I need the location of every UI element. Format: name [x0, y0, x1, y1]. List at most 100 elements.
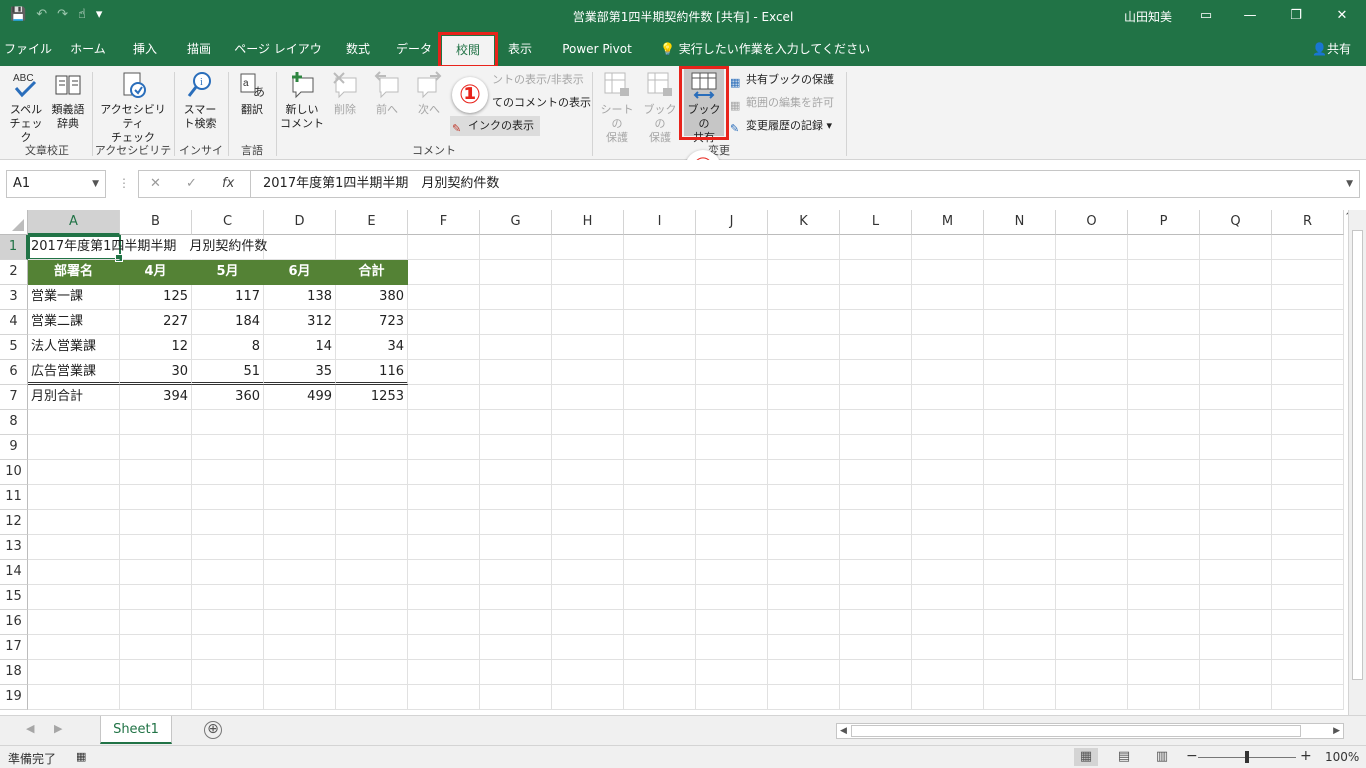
- cell-d14[interactable]: [264, 560, 336, 585]
- cell-l11[interactable]: [840, 485, 912, 510]
- cell-f17[interactable]: [408, 635, 480, 660]
- cell-b17[interactable]: [120, 635, 192, 660]
- cell-e17[interactable]: [336, 635, 408, 660]
- cell-p2[interactable]: [1128, 260, 1200, 285]
- cell-m4[interactable]: [912, 310, 984, 335]
- cell-q7[interactable]: [1200, 385, 1272, 410]
- cell-p13[interactable]: [1128, 535, 1200, 560]
- cell-d16[interactable]: [264, 610, 336, 635]
- cell-p17[interactable]: [1128, 635, 1200, 660]
- cell-g8[interactable]: [480, 410, 552, 435]
- cell-r4[interactable]: [1272, 310, 1344, 335]
- cell-k2[interactable]: [768, 260, 840, 285]
- cell-h3[interactable]: [552, 285, 624, 310]
- cell-r12[interactable]: [1272, 510, 1344, 535]
- cell-f7[interactable]: [408, 385, 480, 410]
- cell-r14[interactable]: [1272, 560, 1344, 585]
- cell-g10[interactable]: [480, 460, 552, 485]
- horizontal-scroll-thumb[interactable]: [851, 725, 1301, 737]
- cell-o16[interactable]: [1056, 610, 1128, 635]
- next-comment-button[interactable]: 次へ: [410, 70, 448, 117]
- cell-m17[interactable]: [912, 635, 984, 660]
- cell-r5[interactable]: [1272, 335, 1344, 360]
- cell-q8[interactable]: [1200, 410, 1272, 435]
- cell-r17[interactable]: [1272, 635, 1344, 660]
- expand-formula-bar-icon[interactable]: ▼: [1346, 171, 1353, 197]
- cell-d6[interactable]: 35: [264, 360, 336, 385]
- cell-k19[interactable]: [768, 685, 840, 710]
- cell-c19[interactable]: [192, 685, 264, 710]
- cell-o3[interactable]: [1056, 285, 1128, 310]
- cell-e16[interactable]: [336, 610, 408, 635]
- cell-r8[interactable]: [1272, 410, 1344, 435]
- protect-sheet-button[interactable]: シートの 保護: [596, 70, 638, 145]
- cell-i18[interactable]: [624, 660, 696, 685]
- cell-i10[interactable]: [624, 460, 696, 485]
- cell-d19[interactable]: [264, 685, 336, 710]
- cell-h15[interactable]: [552, 585, 624, 610]
- cell-a15[interactable]: [28, 585, 120, 610]
- cell-p15[interactable]: [1128, 585, 1200, 610]
- row-header-5[interactable]: 5: [0, 335, 28, 360]
- zoom-slider-knob[interactable]: [1245, 751, 1249, 763]
- cell-k3[interactable]: [768, 285, 840, 310]
- cell-k10[interactable]: [768, 460, 840, 485]
- cell-o18[interactable]: [1056, 660, 1128, 685]
- cell-l12[interactable]: [840, 510, 912, 535]
- enter-icon[interactable]: ✓: [186, 176, 197, 191]
- cell-h16[interactable]: [552, 610, 624, 635]
- cell-j8[interactable]: [696, 410, 768, 435]
- cell-n2[interactable]: [984, 260, 1056, 285]
- cell-j15[interactable]: [696, 585, 768, 610]
- cell-c9[interactable]: [192, 435, 264, 460]
- cell-o15[interactable]: [1056, 585, 1128, 610]
- cell-n13[interactable]: [984, 535, 1056, 560]
- cell-m2[interactable]: [912, 260, 984, 285]
- cell-n8[interactable]: [984, 410, 1056, 435]
- cell-l3[interactable]: [840, 285, 912, 310]
- cell-q10[interactable]: [1200, 460, 1272, 485]
- cell-q1[interactable]: [1200, 235, 1272, 260]
- cell-b7[interactable]: 394: [120, 385, 192, 410]
- cell-f19[interactable]: [408, 685, 480, 710]
- cell-d9[interactable]: [264, 435, 336, 460]
- cell-e3[interactable]: 380: [336, 285, 408, 310]
- cell-q9[interactable]: [1200, 435, 1272, 460]
- tab-page-layout[interactable]: ページ レイアウト: [230, 32, 326, 90]
- cell-k5[interactable]: [768, 335, 840, 360]
- cell-a19[interactable]: [28, 685, 120, 710]
- formula-bar-grip-icon[interactable]: ⋮: [118, 176, 130, 190]
- cell-p7[interactable]: [1128, 385, 1200, 410]
- cell-m8[interactable]: [912, 410, 984, 435]
- cell-q19[interactable]: [1200, 685, 1272, 710]
- table-header-cell[interactable]: 合計: [336, 260, 408, 285]
- cell-g3[interactable]: [480, 285, 552, 310]
- cell-l14[interactable]: [840, 560, 912, 585]
- cell-a7[interactable]: 月別合計: [28, 385, 120, 410]
- cell-p14[interactable]: [1128, 560, 1200, 585]
- cell-o8[interactable]: [1056, 410, 1128, 435]
- protect-workbook-button[interactable]: ブックの 保護: [640, 70, 680, 145]
- cell-c5[interactable]: 8: [192, 335, 264, 360]
- cell-n15[interactable]: [984, 585, 1056, 610]
- cell-n6[interactable]: [984, 360, 1056, 385]
- cell-r19[interactable]: [1272, 685, 1344, 710]
- share-button[interactable]: 👤共有: [1312, 32, 1351, 66]
- cell-i15[interactable]: [624, 585, 696, 610]
- cell-a8[interactable]: [28, 410, 120, 435]
- cell-l4[interactable]: [840, 310, 912, 335]
- cell-g15[interactable]: [480, 585, 552, 610]
- cell-h19[interactable]: [552, 685, 624, 710]
- name-box[interactable]: A1 ▼: [6, 170, 106, 198]
- cell-h12[interactable]: [552, 510, 624, 535]
- cell-a18[interactable]: [28, 660, 120, 685]
- cell-r2[interactable]: [1272, 260, 1344, 285]
- cell-c4[interactable]: 184: [192, 310, 264, 335]
- cell-g14[interactable]: [480, 560, 552, 585]
- cell-j17[interactable]: [696, 635, 768, 660]
- cell-k18[interactable]: [768, 660, 840, 685]
- cell-h18[interactable]: [552, 660, 624, 685]
- cell-m15[interactable]: [912, 585, 984, 610]
- column-header-m[interactable]: M: [912, 210, 984, 235]
- restore-button[interactable]: ❐: [1276, 4, 1316, 28]
